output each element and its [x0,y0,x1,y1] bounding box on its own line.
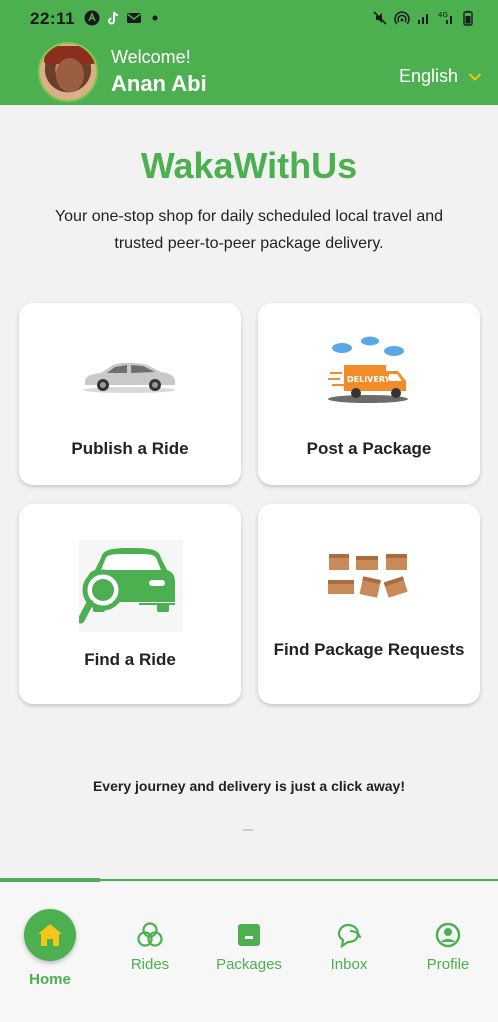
mail-icon [127,13,141,23]
nav-packages[interactable]: Packages [204,922,294,973]
post-package-card[interactable]: DELIVERY Post a Package [258,303,480,485]
battery-icon [463,10,473,26]
status-time: 22:11 [30,9,76,28]
find-package-requests-label: Find Package Requests [273,640,465,659]
nav-home-label[interactable]: Home [0,971,100,988]
mute-icon [373,11,387,25]
dot-icon [152,15,158,21]
delivery-sign-text: DELIVERY [347,375,391,384]
language-label: English [398,66,458,86]
4g-signal-icon: 4G [438,11,452,24]
post-package-label: Post a Package [306,439,432,458]
find-ride-card[interactable]: Find a Ride [19,504,241,704]
packages-icon [238,924,260,946]
boxes-image [328,554,408,598]
nav-inbox[interactable]: Inbox [304,922,394,973]
tiktok-icon [108,11,119,25]
publish-ride-card[interactable]: Publish a Ride [19,303,241,485]
user-name: Anan Abi [111,71,207,96]
profile-icon [435,922,461,948]
inbox-icon [337,923,361,948]
app-a-icon [84,10,100,26]
rides-icon [137,922,163,947]
publish-ride-label: Publish a Ride [71,439,189,458]
header-bar: 22:11 4G Welcome! Anan Abi English [0,0,498,105]
nav-home-button[interactable] [24,909,76,961]
nav-profile-label: Profile [426,956,470,973]
nav-rides[interactable]: Rides [105,922,195,973]
footer-tagline: Every journey and delivery is just a cli… [92,778,406,794]
chevron-down-icon [468,72,482,81]
delivery-truck-image: DELIVERY [328,336,408,403]
nav-inbox-label: Inbox [330,956,368,973]
hotspot-icon [394,11,410,25]
find-package-requests-card[interactable]: Find Package Requests [258,504,480,704]
divider [243,829,253,831]
welcome-text: Welcome! [111,47,191,67]
tagline: Your one-stop shop for daily scheduled l… [54,208,444,252]
avatar[interactable] [38,42,98,102]
language-selector[interactable]: English [399,66,482,87]
app-title: WakaWithUs [140,145,358,186]
signal-icon [418,14,428,24]
car-search-icon [79,540,183,632]
car-image [83,362,175,393]
nav-profile[interactable]: Profile [403,922,493,973]
nav-packages-label: Packages [216,956,282,973]
bottom-nav: Home Rides Packages Inbox Profile [0,882,498,1022]
find-ride-label: Find a Ride [84,650,176,669]
svg-text:4G: 4G [438,11,448,19]
status-bar: 22:11 4G [0,0,498,36]
nav-rides-label: Rides [130,956,170,973]
home-icon [38,924,62,946]
